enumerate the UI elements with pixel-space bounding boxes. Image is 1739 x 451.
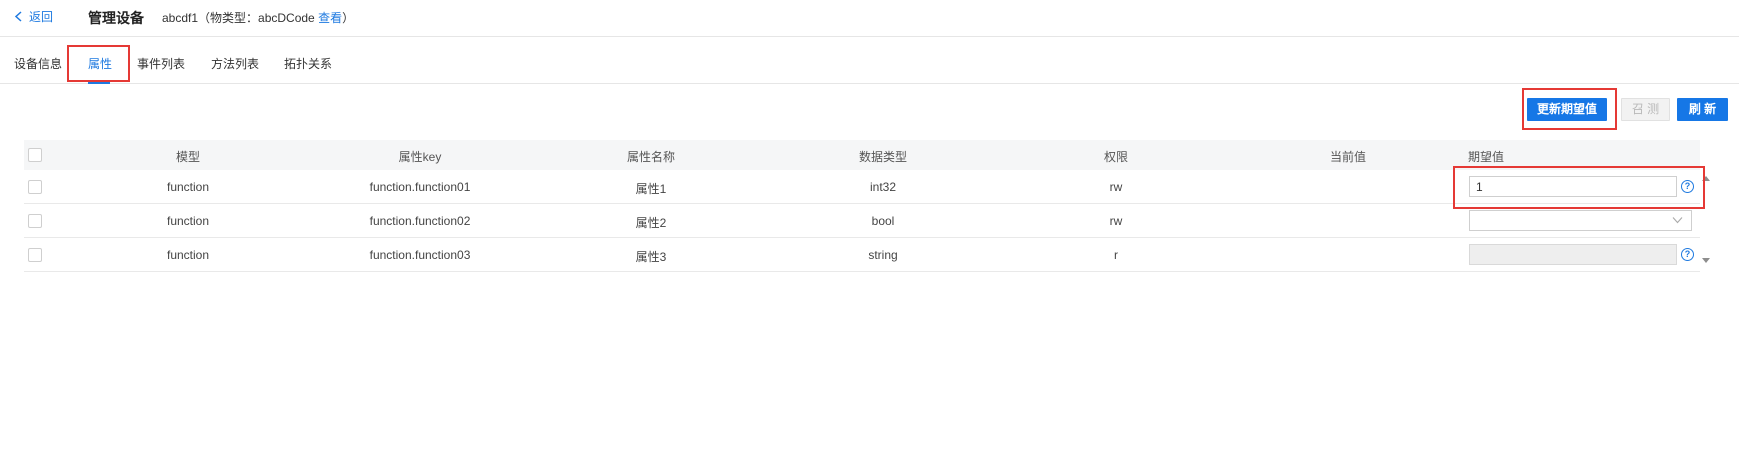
- column-header-permission: 权限: [1103, 150, 1129, 164]
- update-expected-button[interactable]: 更新期望值: [1527, 98, 1607, 121]
- cell-key: function.function03: [369, 248, 471, 262]
- cell-key: function.function02: [369, 214, 471, 228]
- back-label: 返回: [29, 10, 54, 24]
- row-checkbox[interactable]: [28, 180, 42, 194]
- model-prefix: （物类型：abcDCode: [198, 11, 319, 25]
- back-link[interactable]: 返回: [14, 8, 53, 25]
- refresh-button[interactable]: 刷 新: [1677, 98, 1728, 121]
- cell-model: function: [166, 214, 210, 228]
- help-icon[interactable]: ?: [1681, 180, 1694, 193]
- cell-model: function: [166, 248, 210, 262]
- column-header-name: 属性名称: [626, 150, 676, 164]
- column-header-expected-value: 期望值: [1467, 150, 1505, 164]
- column-header-model: 模型: [175, 150, 201, 164]
- column-header-current-value: 当前值: [1329, 150, 1367, 164]
- row-checkbox[interactable]: [28, 214, 42, 228]
- table-row: function function.function02 属性2 bool rw: [24, 204, 1700, 238]
- cell-key: function.function01: [369, 180, 471, 194]
- scroll-up-arrow[interactable]: [1702, 176, 1710, 181]
- tab-properties[interactable]: 属性: [88, 55, 112, 72]
- help-icon[interactable]: ?: [1681, 248, 1694, 261]
- call-button[interactable]: 召 测: [1621, 98, 1670, 121]
- tab-event-list[interactable]: 事件列表: [137, 55, 185, 72]
- scroll-down-arrow[interactable]: [1702, 258, 1710, 263]
- cell-name: 属性2: [635, 216, 667, 230]
- table-row: function function.function01 属性1 int32 r…: [24, 170, 1700, 204]
- tab-device-info[interactable]: 设备信息: [14, 55, 62, 72]
- device-name: abcdf1: [162, 11, 199, 25]
- cell-permission: r: [1114, 248, 1118, 262]
- cell-permission: rw: [1109, 214, 1123, 228]
- page-title: 管理设备: [88, 10, 144, 26]
- chevron-left-icon: [14, 11, 22, 22]
- cell-model: function: [166, 180, 210, 194]
- cell-data-type: string: [868, 248, 898, 262]
- table-header: 模型 属性key 属性名称 数据类型 权限 当前值 期望值: [24, 140, 1700, 170]
- select-all-checkbox[interactable]: [28, 148, 42, 162]
- view-model-link[interactable]: 查看: [318, 11, 342, 25]
- model-suffix: ）: [342, 11, 355, 25]
- column-header-data-type: 数据类型: [858, 150, 908, 164]
- cell-permission: rw: [1109, 180, 1123, 194]
- tab-method-list[interactable]: 方法列表: [211, 55, 259, 72]
- cell-data-type: bool: [871, 214, 895, 228]
- active-tab-indicator: [88, 82, 110, 84]
- expected-value-select[interactable]: [1469, 210, 1692, 231]
- cell-data-type: int32: [869, 180, 897, 194]
- tab-bar: 设备信息 属性 事件列表 方法列表 拓扑关系: [0, 45, 1739, 84]
- row-checkbox[interactable]: [28, 248, 42, 262]
- device-subtitle: abcdf1（物类型：abcDCode 查看）: [162, 9, 354, 26]
- chevron-down-icon: [1672, 217, 1683, 224]
- expected-value-input[interactable]: [1469, 176, 1677, 197]
- cell-name: 属性3: [635, 250, 667, 264]
- cell-name: 属性1: [635, 182, 667, 196]
- tab-topology[interactable]: 拓扑关系: [284, 55, 332, 72]
- expected-value-input-disabled: [1469, 244, 1677, 265]
- column-header-key: 属性key: [398, 150, 442, 164]
- table-row: function function.function03 属性3 string …: [24, 238, 1700, 272]
- top-bar: 返回 管理设备 abcdf1（物类型：abcDCode 查看）: [0, 0, 1739, 37]
